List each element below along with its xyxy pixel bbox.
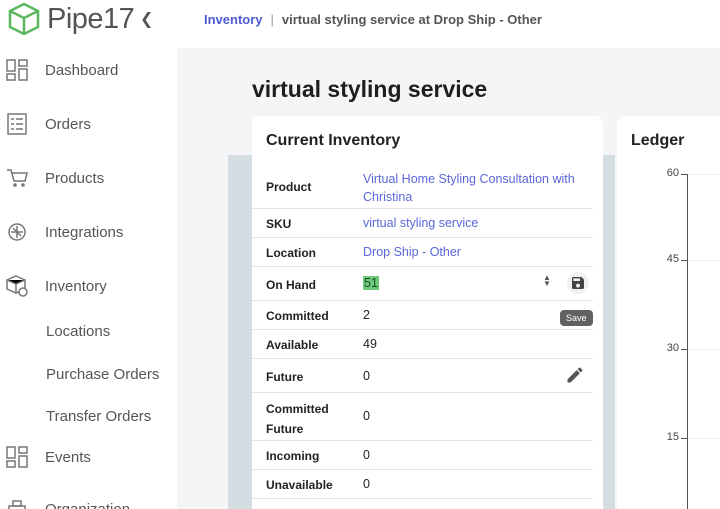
row-product: Product Virtual Home Styling Consultatio…: [252, 166, 593, 209]
row-key: Committed Future: [266, 402, 329, 436]
sidebar-subitem-transfer-orders[interactable]: Transfer Orders: [46, 408, 151, 425]
row-on-hand: On Hand 51 ▲ ▼: [252, 267, 593, 301]
sidebar-item-products[interactable]: Products: [0, 160, 177, 196]
row-key: Available: [266, 338, 319, 352]
sidebar-item-label: Products: [45, 169, 105, 187]
cart-icon: [7, 169, 28, 187]
location-link[interactable]: Drop Ship - Other: [363, 245, 461, 259]
orders-icon: [7, 113, 27, 135]
sidebar-item-events[interactable]: Events: [0, 439, 177, 475]
sidebar: Pipe17 ❮ Dashboard Orders Products Integ…: [0, 0, 177, 509]
ledger-card: Ledger 60 45 30 15: [617, 116, 720, 509]
pencil-icon[interactable]: [565, 365, 585, 385]
row-unavailable: Unavailable 0: [252, 470, 593, 499]
y-tick-label: 15: [666, 431, 679, 443]
y-tick: [681, 349, 687, 350]
grid-line: [688, 260, 720, 261]
row-value: 0: [363, 369, 370, 383]
row-key: Location: [266, 246, 316, 260]
sidebar-item-label: Orders: [45, 115, 91, 133]
row-available: Available 49: [252, 330, 593, 359]
grid-line: [688, 349, 720, 350]
sidebar-item-label: Events: [45, 448, 91, 466]
app-name: Pipe17: [47, 2, 135, 35]
sidebar-item-label: Dashboard: [45, 61, 119, 79]
card-title: Current Inventory: [266, 132, 401, 149]
y-tick-label: 45: [666, 253, 679, 265]
row-key: Committed: [266, 309, 329, 323]
save-icon: [572, 277, 584, 289]
row-committed-future: Committed Future 0: [252, 393, 593, 441]
row-committed: Committed 2: [252, 301, 593, 330]
inventory-icon: [6, 275, 28, 297]
sidebar-item-orders[interactable]: Orders: [0, 106, 177, 142]
y-tick: [681, 260, 687, 261]
y-axis-line: [687, 174, 688, 509]
product-link[interactable]: Virtual Home Styling Consultation with C…: [363, 170, 591, 206]
breadcrumb-inventory-link[interactable]: Inventory: [204, 12, 263, 27]
current-inventory-card: Current Inventory Product Virtual Home S…: [252, 116, 603, 509]
breadcrumb-separator: |: [270, 12, 274, 27]
row-value: 0: [363, 409, 370, 423]
on-hand-input[interactable]: 51: [363, 276, 379, 290]
row-sku: SKU virtual styling service: [252, 209, 593, 238]
row-value: 0: [363, 477, 370, 491]
pipe17-logo[interactable]: Pipe17: [7, 2, 135, 36]
y-tick: [681, 174, 687, 175]
sidebar-item-label: Inventory: [45, 277, 107, 295]
row-key: Product: [266, 180, 312, 194]
on-hand-value: 51: [363, 276, 379, 290]
pipe17-logo-icon: [8, 2, 40, 36]
row-key: SKU: [266, 217, 292, 231]
breadcrumb-current: virtual styling service at Drop Ship - O…: [281, 12, 542, 27]
row-key: Future: [266, 370, 304, 384]
sidebar-item-integrations[interactable]: Integrations: [0, 214, 177, 250]
y-tick-label: 60: [666, 167, 679, 179]
integrations-icon: [8, 223, 26, 241]
sidebar-subitem-purchase-orders[interactable]: Purchase Orders: [46, 366, 159, 383]
sku-link[interactable]: virtual styling service: [363, 216, 478, 230]
sidebar-item-label: Integrations: [45, 223, 124, 241]
organization-icon: [8, 500, 26, 509]
top-bar: Inventory | virtual styling service at D…: [177, 0, 720, 48]
row-value: 2: [363, 308, 370, 322]
ledger-title: Ledger: [631, 132, 685, 149]
page-title: virtual styling service: [252, 76, 488, 102]
row-location: Location Drop Ship - Other: [252, 238, 593, 267]
sidebar-subitem-locations[interactable]: Locations: [46, 323, 110, 340]
save-button[interactable]: [567, 272, 589, 294]
breadcrumb: Inventory | virtual styling service at D…: [204, 12, 542, 27]
y-tick-label: 30: [666, 342, 679, 354]
row-value: 0: [363, 448, 370, 462]
row-key: Incoming: [266, 449, 320, 463]
grid-line: [688, 174, 720, 175]
events-icon: [6, 446, 28, 468]
dashboard-icon: [6, 59, 28, 81]
row-value: 49: [363, 337, 377, 351]
sidebar-item-dashboard[interactable]: Dashboard: [0, 52, 177, 88]
y-tick: [681, 438, 687, 439]
row-key: On Hand: [266, 278, 316, 292]
sidebar-item-label: Organization: [45, 500, 131, 509]
chevron-left-icon[interactable]: ❮: [140, 9, 153, 29]
sidebar-item-organization[interactable]: Organization: [0, 491, 177, 509]
row-future: Future 0: [252, 359, 593, 393]
row-incoming: Incoming 0: [252, 441, 593, 470]
save-tooltip: Save: [560, 310, 593, 326]
row-key: Unavailable: [266, 478, 333, 492]
grid-line: [688, 438, 720, 439]
number-stepper-icon[interactable]: ▲ ▼: [543, 274, 551, 288]
sidebar-item-inventory[interactable]: Inventory: [0, 268, 177, 304]
